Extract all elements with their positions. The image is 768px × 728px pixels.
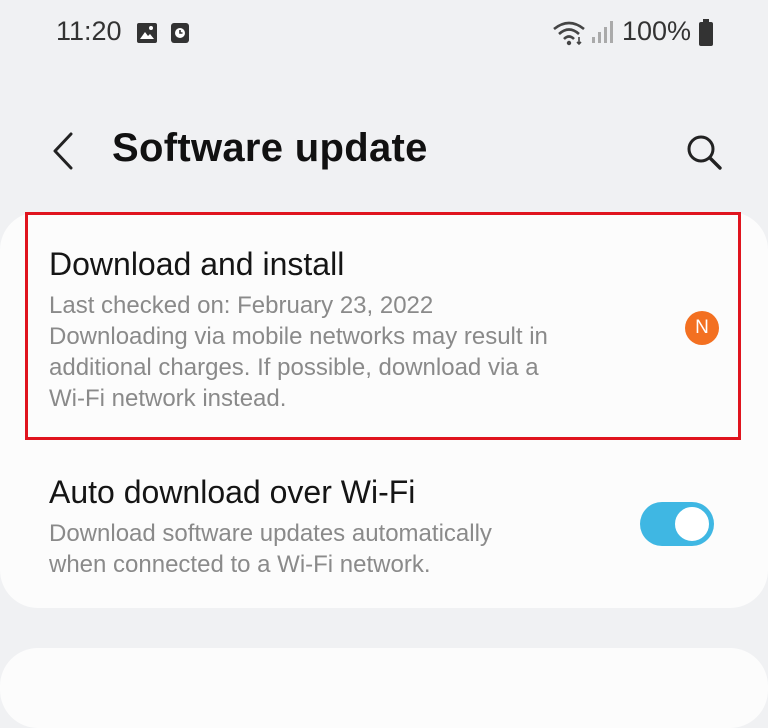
status-time: 11:20 bbox=[56, 16, 122, 46]
download-and-install-item[interactable]: Download and install Last checked on: Fe… bbox=[0, 212, 768, 442]
clock-notification-icon bbox=[170, 22, 190, 49]
mobile-data-warning: Downloading via mobile networks may resu… bbox=[49, 323, 548, 412]
toggle-knob bbox=[672, 504, 712, 544]
signal-icon bbox=[590, 20, 614, 49]
chevron-left-icon bbox=[51, 132, 75, 175]
auto-download-toggle[interactable] bbox=[640, 502, 714, 546]
auto-download-title: Auto download over Wi-Fi bbox=[49, 474, 416, 510]
last-checked-text: Last checked on: February 23, 2022 bbox=[49, 292, 434, 319]
search-button[interactable] bbox=[680, 130, 728, 178]
auto-download-description: Download software updates automatically … bbox=[49, 520, 492, 578]
search-icon bbox=[685, 133, 723, 176]
settings-card: Download and install Last checked on: Fe… bbox=[0, 212, 768, 608]
wifi-icon bbox=[552, 20, 586, 51]
back-button[interactable] bbox=[40, 128, 86, 178]
app-header: Software update bbox=[0, 110, 768, 200]
battery-icon bbox=[698, 19, 714, 52]
new-badge: N bbox=[685, 311, 719, 345]
gallery-icon bbox=[136, 22, 158, 49]
status-bar: 11:20 100% bbox=[0, 0, 768, 70]
auto-download-wifi-item[interactable]: Auto download over Wi-Fi Download softwa… bbox=[0, 462, 768, 592]
page-title: Software update bbox=[112, 126, 428, 170]
next-settings-card bbox=[0, 648, 768, 728]
battery-percentage: 100% bbox=[622, 16, 692, 46]
download-and-install-title: Download and install bbox=[49, 246, 345, 282]
